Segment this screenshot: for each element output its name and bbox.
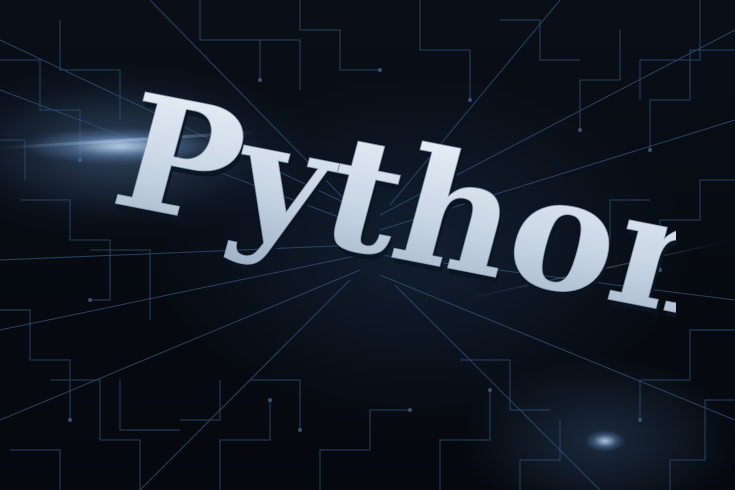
python-headline-text: Python <box>98 90 676 357</box>
python-banner: Python Python <box>0 0 735 490</box>
python-headline: Python Python <box>98 90 676 362</box>
light-sparkle <box>585 430 625 452</box>
